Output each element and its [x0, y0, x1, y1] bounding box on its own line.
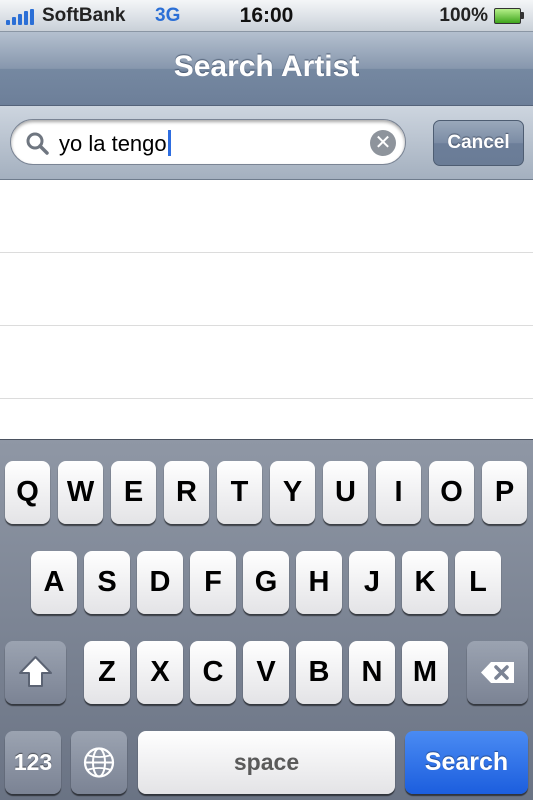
delete-key[interactable] — [467, 641, 528, 704]
list-item[interactable] — [0, 326, 533, 399]
key-w[interactable]: W — [58, 461, 103, 524]
key-z[interactable]: Z — [84, 641, 130, 704]
shift-icon — [19, 656, 52, 687]
key-n[interactable]: N — [349, 641, 395, 704]
key-r[interactable]: R — [164, 461, 209, 524]
list-item[interactable] — [0, 253, 533, 326]
key-b[interactable]: B — [296, 641, 342, 704]
backspace-icon — [481, 662, 514, 683]
search-icon — [26, 132, 49, 155]
key-s[interactable]: S — [84, 551, 130, 614]
key-j[interactable]: J — [349, 551, 395, 614]
key-d[interactable]: D — [137, 551, 183, 614]
key-p[interactable]: P — [482, 461, 527, 524]
key-g[interactable]: G — [243, 551, 289, 614]
key-i[interactable]: I — [376, 461, 421, 524]
list-item[interactable] — [0, 180, 533, 253]
globe-key[interactable] — [71, 731, 127, 794]
key-h[interactable]: H — [296, 551, 342, 614]
key-v[interactable]: V — [243, 641, 289, 704]
search-bar: yo la tengo ✕ Cancel — [0, 106, 533, 180]
key-k[interactable]: K — [402, 551, 448, 614]
battery-percent: 100% — [439, 5, 488, 26]
shift-key[interactable] — [5, 641, 66, 704]
key-t[interactable]: T — [217, 461, 262, 524]
space-key[interactable]: space — [138, 731, 395, 794]
text-cursor — [167, 130, 171, 156]
key-u[interactable]: U — [323, 461, 368, 524]
battery-icon — [494, 8, 524, 24]
navigation-bar: Search Artist — [0, 32, 533, 106]
key-y[interactable]: Y — [270, 461, 315, 524]
key-o[interactable]: O — [429, 461, 474, 524]
search-query-text: yo la tengo — [59, 130, 171, 157]
key-c[interactable]: C — [190, 641, 236, 704]
key-x[interactable]: X — [137, 641, 183, 704]
status-bar: SoftBank 3G 16:00 100% — [0, 0, 533, 32]
numbers-key[interactable]: 123 — [5, 731, 61, 794]
key-m[interactable]: M — [402, 641, 448, 704]
key-e[interactable]: E — [111, 461, 156, 524]
search-key[interactable]: Search — [405, 731, 528, 794]
cancel-button[interactable]: Cancel — [433, 120, 524, 166]
clear-text-icon[interactable]: ✕ — [370, 130, 396, 156]
key-l[interactable]: L — [455, 551, 501, 614]
key-q[interactable]: Q — [5, 461, 50, 524]
results-list — [0, 180, 533, 439]
key-f[interactable]: F — [190, 551, 236, 614]
page-title: Search Artist — [173, 50, 360, 83]
keyboard: Q W E R T Y U I O P A S D F G H J K L Z … — [0, 439, 533, 800]
key-a[interactable]: A — [31, 551, 77, 614]
globe-icon — [83, 747, 115, 778]
search-input[interactable]: yo la tengo ✕ — [10, 119, 406, 165]
